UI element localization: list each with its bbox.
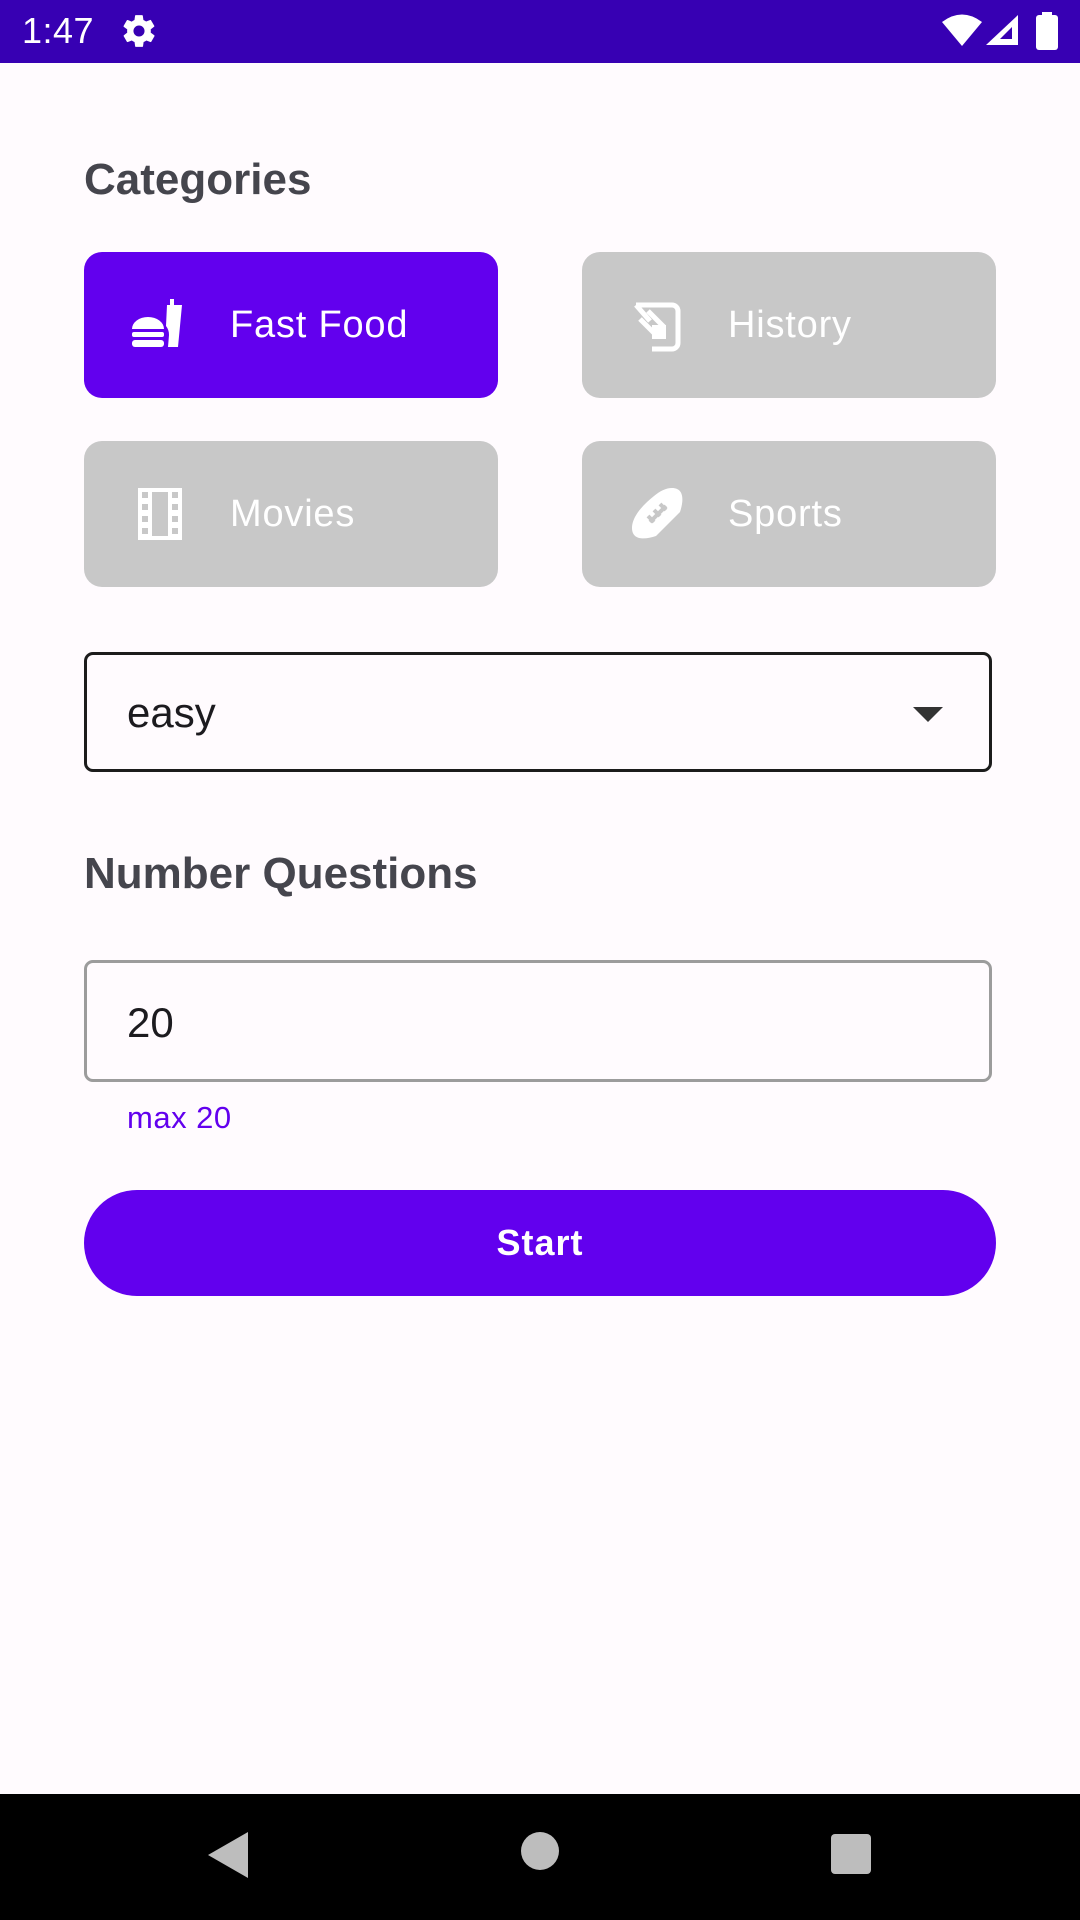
fast-food-icon [132,299,182,347]
start-button[interactable]: Start [84,1190,996,1296]
category-button-fast-food[interactable]: Fast Food [84,252,498,398]
back-icon[interactable] [204,1830,252,1880]
chevron-down-icon [913,707,943,722]
status-bar: 1:47 [0,0,1080,63]
signal-icon [986,15,1018,45]
gear-icon [123,15,155,47]
history-icon [634,302,681,352]
recents-icon[interactable] [831,1834,871,1874]
wifi-icon [942,14,982,46]
category-label: Sports [728,493,843,535]
number-questions-input[interactable]: 20 [127,995,947,1051]
number-questions-title: Number Questions [84,849,478,898]
category-label: Movies [230,493,356,535]
difficulty-value: easy [127,689,216,736]
category-label: History [728,304,852,346]
film-icon [138,488,182,540]
home-icon[interactable] [521,1832,559,1870]
navigation-bar [0,1794,1080,1920]
category-button-sports[interactable]: Sports [582,441,996,587]
football-icon [632,488,683,539]
category-button-history[interactable]: History [582,252,996,398]
battery-icon [1036,12,1058,50]
category-label: Fast Food [230,304,409,346]
number-questions-field[interactable]: 20 [84,960,992,1082]
helper-text: max 20 [127,1100,232,1135]
status-time: 1:47 [22,10,95,51]
category-button-movies[interactable]: Movies [84,441,498,587]
difficulty-dropdown[interactable]: easy [84,652,992,772]
categories-title: Categories [84,155,312,204]
